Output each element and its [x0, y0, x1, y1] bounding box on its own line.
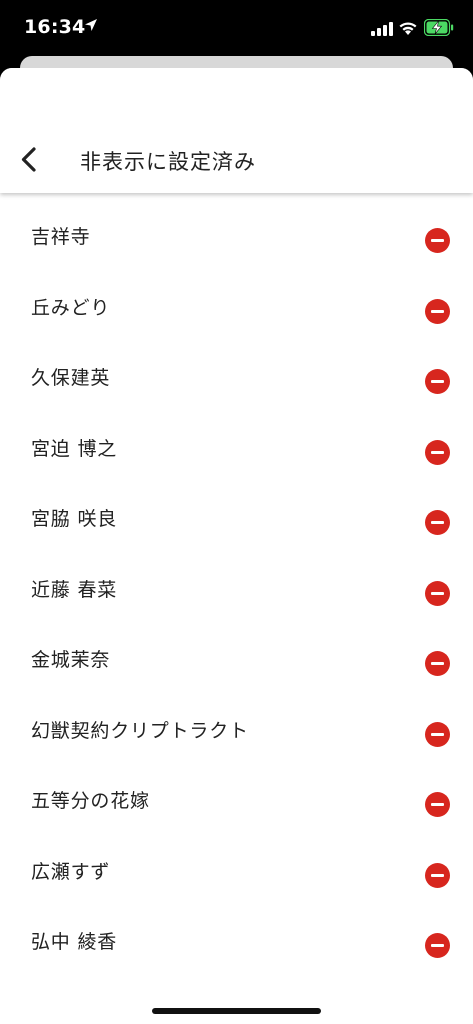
remove-button[interactable] [425, 651, 450, 676]
list-item: 五等分の花嫁 [0, 764, 473, 835]
battery-charging-icon [424, 19, 454, 36]
back-button[interactable] [10, 140, 50, 180]
list-item: 久保建英 [0, 341, 473, 412]
minus-circle-icon [431, 380, 444, 383]
list-item: 吉祥寺 [0, 200, 473, 271]
minus-circle-icon [431, 450, 444, 454]
minus-circle-icon [431, 591, 444, 595]
minus-circle-icon [431, 239, 444, 242]
phone-screen: 16:34 非表示に設定済み 吉祥寺 丘みどり 久保建英 宮迫 博之 宮脇 咲良… [0, 0, 473, 1024]
remove-button[interactable] [425, 228, 450, 253]
minus-circle-icon [431, 309, 444, 313]
remove-button[interactable] [425, 792, 450, 817]
minus-circle-icon [431, 944, 444, 947]
list-item: 丘みどり [0, 271, 473, 342]
remove-button[interactable] [425, 510, 450, 535]
list-item-label: 宮脇 咲良 [31, 508, 118, 530]
cellular-signal-icon [371, 22, 393, 36]
list-item: 宮迫 博之 [0, 412, 473, 483]
minus-circle-icon [431, 662, 444, 665]
list-item: 近藤 春菜 [0, 553, 473, 624]
remove-button[interactable] [425, 721, 450, 747]
home-indicator[interactable] [152, 1008, 321, 1014]
header: 非表示に設定済み [0, 68, 473, 193]
list-item: 幻獣契約クリプトラクト [0, 694, 473, 765]
list-item-label: 近藤 春菜 [31, 578, 118, 601]
minus-circle-icon [431, 521, 444, 524]
list-item-label: 久保建英 [31, 367, 111, 389]
remove-button[interactable] [425, 933, 450, 958]
list-item-label: 弘中 綾香 [31, 931, 118, 953]
list-item-label: 金城茉奈 [31, 649, 111, 671]
list-item-label: 幻獣契約クリプトラクト [31, 719, 249, 742]
list-item: 宮脇 咲良 [0, 482, 473, 553]
list-item-label: 丘みどり [31, 296, 111, 319]
remove-button[interactable] [425, 580, 450, 606]
minus-circle-icon [431, 873, 444, 877]
remove-button[interactable] [425, 298, 450, 324]
remove-button[interactable] [425, 439, 450, 465]
list-item: 金城茉奈 [0, 623, 473, 694]
location-arrow-icon [85, 19, 97, 31]
list-item-label: 吉祥寺 [31, 226, 91, 248]
chevron-left-icon [21, 147, 36, 172]
hidden-list: 吉祥寺丘みどり久保建英宮迫 博之宮脇 咲良近藤 春菜金城茉奈幻獣契約クリプトラク… [0, 200, 473, 976]
list-item: 広瀬すず [0, 835, 473, 906]
list-item-label: 広瀬すず [31, 860, 111, 883]
modal-sheet: 非表示に設定済み 吉祥寺丘みどり久保建英宮迫 博之宮脇 咲良近藤 春菜金城茉奈幻… [0, 68, 473, 1024]
list-item-label: 五等分の花嫁 [31, 790, 150, 812]
list-item: 弘中 綾香 [0, 905, 473, 976]
status-bar: 16:34 [0, 0, 473, 60]
minus-circle-icon [431, 803, 444, 806]
list-item-label: 宮迫 博之 [31, 437, 118, 460]
remove-button[interactable] [425, 369, 450, 394]
page-title: 非表示に設定済み [80, 150, 256, 174]
wifi-icon [399, 22, 417, 35]
remove-button[interactable] [425, 862, 450, 888]
status-time: 16:34 [24, 16, 86, 38]
minus-circle-icon [431, 732, 444, 736]
